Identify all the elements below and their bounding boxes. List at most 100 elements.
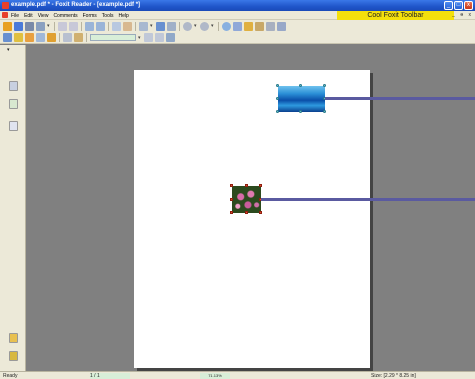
typewriter-tool-icon[interactable] bbox=[74, 33, 83, 42]
zoom-level[interactable]: 71.13% bbox=[200, 373, 230, 379]
panel-toggle-icon[interactable]: ▾ bbox=[7, 47, 10, 53]
toolbar-separator bbox=[135, 21, 136, 31]
resize-handle[interactable] bbox=[230, 198, 233, 201]
link-line-extension bbox=[370, 97, 475, 100]
page-size: Size: [2.29 * 8.25 in] bbox=[371, 373, 416, 379]
security-panel-icon[interactable] bbox=[9, 351, 18, 361]
zoom-icon[interactable] bbox=[139, 21, 148, 31]
toolbar-separator bbox=[108, 21, 109, 31]
toolbar-separator bbox=[54, 21, 55, 31]
toolbar-separator bbox=[81, 21, 82, 31]
menu-items: File Edit View Comments Forms Tools Help bbox=[11, 13, 129, 19]
resize-handle[interactable] bbox=[276, 97, 279, 100]
window-title: example.pdf * - Foxit Reader - [example.… bbox=[11, 2, 141, 8]
document-window-controls[interactable]: _ ɵ x bbox=[452, 12, 473, 18]
resize-handle[interactable] bbox=[230, 184, 233, 187]
menu-edit[interactable]: Edit bbox=[24, 13, 33, 19]
text-icon[interactable] bbox=[14, 33, 23, 42]
rotate-icon[interactable] bbox=[222, 21, 231, 31]
page-indicator[interactable]: 1 / 1 bbox=[90, 373, 130, 379]
secondary-toolbar: ▾ bbox=[0, 32, 475, 44]
main-toolbar: ▾ ▾ ▾ ▾ bbox=[0, 20, 475, 32]
layers-panel-icon[interactable] bbox=[9, 121, 18, 131]
menu-help[interactable]: Help bbox=[118, 13, 128, 19]
toolbar-separator bbox=[86, 33, 87, 42]
back-icon[interactable] bbox=[85, 21, 94, 31]
resize-handle[interactable] bbox=[245, 184, 248, 187]
status-ready: Ready bbox=[3, 373, 18, 379]
menu-comments[interactable]: Comments bbox=[53, 13, 77, 19]
minimize-button[interactable]: _ bbox=[444, 1, 453, 10]
menu-view[interactable]: View bbox=[38, 13, 49, 19]
undo-icon[interactable] bbox=[58, 21, 67, 31]
select-text-icon[interactable] bbox=[112, 21, 121, 31]
flowers-image[interactable] bbox=[232, 186, 261, 213]
resize-handle[interactable] bbox=[276, 110, 279, 113]
book-icon[interactable] bbox=[255, 21, 264, 31]
left-navigation-panel: ▾ bbox=[0, 45, 26, 371]
maximize-button[interactable]: □ bbox=[454, 1, 463, 10]
hand-icon[interactable] bbox=[123, 21, 132, 31]
note-icon[interactable] bbox=[3, 33, 12, 42]
fit-page-icon[interactable] bbox=[156, 21, 165, 31]
menu-tools[interactable]: Tools bbox=[102, 13, 114, 19]
chevron-down-icon[interactable]: ▾ bbox=[138, 35, 142, 41]
find-icon[interactable] bbox=[63, 33, 72, 42]
link-line bbox=[261, 198, 370, 201]
chevron-down-icon[interactable]: ▾ bbox=[211, 23, 215, 29]
print-icon[interactable] bbox=[25, 21, 34, 31]
resize-handle[interactable] bbox=[299, 84, 302, 87]
foxit-app-icon bbox=[2, 2, 9, 9]
email-icon[interactable] bbox=[36, 21, 45, 31]
title-bar: example.pdf * - Foxit Reader - [example.… bbox=[0, 0, 475, 11]
resize-handle[interactable] bbox=[276, 84, 279, 87]
prev-page-icon[interactable] bbox=[144, 33, 153, 42]
toolbar-separator bbox=[59, 33, 60, 42]
toolbar-separator bbox=[218, 21, 219, 31]
close-button[interactable]: x bbox=[464, 1, 473, 10]
search-icon[interactable] bbox=[166, 33, 175, 42]
chevron-down-icon[interactable]: ▾ bbox=[47, 23, 51, 29]
comment-icon[interactable] bbox=[25, 33, 34, 42]
zoom-out-icon[interactable] bbox=[183, 21, 192, 31]
forward-icon[interactable] bbox=[96, 21, 105, 31]
pages-panel-icon[interactable] bbox=[9, 81, 18, 91]
image-icon[interactable] bbox=[277, 21, 286, 31]
resize-handle[interactable] bbox=[259, 211, 262, 214]
menu-bar: File Edit View Comments Forms Tools Help… bbox=[0, 11, 475, 20]
resize-handle[interactable] bbox=[323, 84, 326, 87]
edit-icon[interactable] bbox=[36, 33, 45, 42]
highlight-icon[interactable] bbox=[244, 21, 253, 31]
document-viewport[interactable] bbox=[26, 45, 475, 371]
resize-handle[interactable] bbox=[245, 211, 248, 214]
redo-icon[interactable] bbox=[69, 21, 78, 31]
cool-foxit-toolbar-banner[interactable]: Cool Foxit Toolbar bbox=[337, 11, 454, 20]
attachments-panel-icon[interactable] bbox=[9, 333, 18, 343]
chevron-down-icon[interactable]: ▾ bbox=[150, 23, 154, 29]
status-bar: Ready 1 / 1 71.13% Size: [2.29 * 8.25 in… bbox=[0, 371, 475, 379]
save-icon[interactable] bbox=[14, 21, 23, 31]
pdf-page[interactable] bbox=[134, 70, 370, 368]
menu-file[interactable]: File bbox=[11, 13, 19, 19]
next-page-icon[interactable] bbox=[155, 33, 164, 42]
resize-handle[interactable] bbox=[299, 110, 302, 113]
fit-width-icon[interactable] bbox=[167, 21, 176, 31]
sea-image[interactable] bbox=[278, 86, 325, 112]
resize-handle[interactable] bbox=[230, 211, 233, 214]
toolbar-separator bbox=[179, 21, 180, 31]
menu-forms[interactable]: Forms bbox=[83, 13, 97, 19]
document-icon[interactable] bbox=[2, 12, 8, 18]
link-line bbox=[325, 97, 370, 100]
resize-handle[interactable] bbox=[323, 110, 326, 113]
grid-icon[interactable] bbox=[47, 33, 56, 42]
zoom-in-icon[interactable] bbox=[200, 21, 209, 31]
link-line-extension bbox=[370, 198, 475, 201]
bookmarks-panel-icon[interactable] bbox=[9, 99, 18, 109]
typewriter-icon[interactable] bbox=[266, 21, 275, 31]
window-controls: _ □ x bbox=[444, 1, 473, 10]
open-icon[interactable] bbox=[3, 21, 12, 31]
page-number-input[interactable] bbox=[90, 34, 136, 41]
chevron-down-icon[interactable]: ▾ bbox=[194, 23, 198, 29]
resize-handle[interactable] bbox=[259, 184, 262, 187]
chart-icon[interactable] bbox=[233, 21, 242, 31]
